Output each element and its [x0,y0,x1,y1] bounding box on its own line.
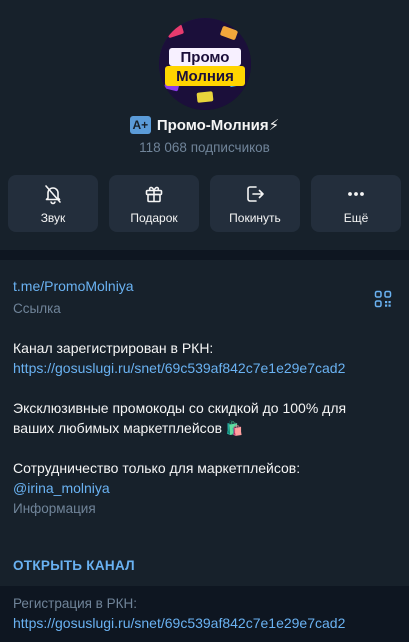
channel-title: Промо-Молния⚡ [156,117,280,134]
open-channel-button[interactable]: ОТКРЫТЬ КАНАЛ [13,558,135,573]
leave-button[interactable]: Покинуть [210,175,300,232]
channel-info-section: t.me/PromoMolniya Ссылка Канал зарегистр… [0,250,409,586]
info-caption: Информация [13,501,96,516]
action-bar: Звук Подарок Покинуть Ещё [8,175,401,232]
gift-label: Подарок [130,210,178,225]
mute-label: Звук [40,210,66,225]
subscriber-count: 118 068 подписчиков [139,140,270,155]
qr-code-icon[interactable] [374,290,392,308]
rating-badge: A+ [129,116,151,134]
leave-label: Покинуть [229,210,281,225]
channel-logo: Промо Молния [159,18,251,110]
mute-button[interactable]: Звук [8,175,98,232]
gift-button[interactable]: Подарок [109,175,199,232]
channel-title-row: A+ Промо-Молния⚡ [0,116,409,134]
desc-line-cooperation: Сотрудничество только для маркетплейсов: [13,460,301,476]
desc-line-rkn: Канал зарегистрирован в РКН: [13,340,214,356]
bell-off-icon [45,184,61,204]
channel-info-panel: Промо Молния A+ Промо-Молния⚡ 118 068 по… [0,0,409,642]
channel-header: Промо Молния A+ Промо-Молния⚡ 118 068 по… [0,0,409,250]
avatar-line-2: Молния [176,68,234,85]
avatar-line-1: Промо [181,49,230,66]
channel-avatar[interactable]: Промо Молния [159,18,251,110]
desc-contact-wrap: @irina_molniya [13,478,396,498]
gift-icon [145,186,163,202]
contact-link[interactable]: @irina_molniya [13,480,110,496]
more-icon [348,191,364,196]
desc-line-promo: Эксклюзивные промокоды со скидкой до 100… [13,400,347,416]
desc-line-marketplaces: ваших любимых маркетплейсов 🛍️ [13,420,244,436]
desc-gosuslugi-link[interactable]: https://gosuslugi.ru/snet/69c539af842c7e… [13,360,345,376]
leave-icon [247,185,264,202]
link-caption: Ссылка [13,301,61,316]
footer-rkn-label: Регистрация в РКН: [13,596,137,611]
footer-gosuslugi-link[interactable]: https://gosuslugi.ru/snet/69c539af842c7e… [13,615,345,631]
registration-footer: Регистрация в РКН: https://gosuslugi.ru/… [0,586,409,642]
desc-gosuslugi-link-wrap: https://gosuslugi.ru/snet/69c539af842c7e… [13,358,396,378]
more-button[interactable]: Ещё [311,175,401,232]
channel-link[interactable]: t.me/PromoMolniya [13,278,134,294]
more-label: Ещё [343,210,369,225]
